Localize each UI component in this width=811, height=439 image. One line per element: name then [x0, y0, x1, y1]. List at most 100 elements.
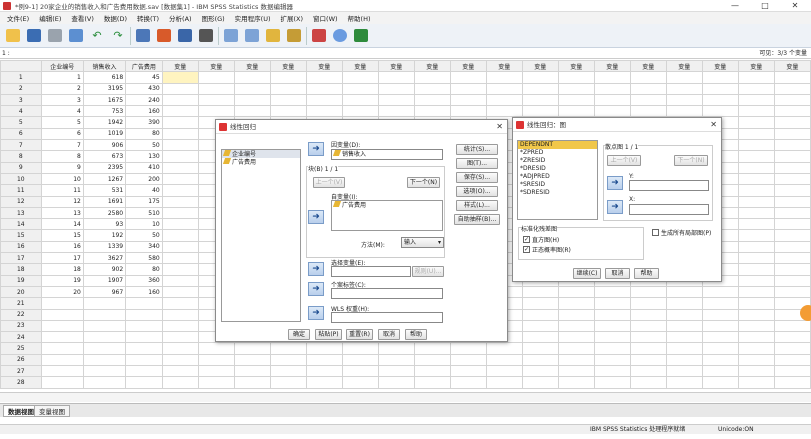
table-cell[interactable] [125, 308, 163, 321]
independent-list[interactable]: 广告费用 [331, 200, 443, 231]
list-item[interactable]: 广告费用 [222, 158, 300, 166]
empty-column-header[interactable]: 变量 [305, 60, 343, 73]
column-header[interactable]: 企业编号 [40, 60, 84, 73]
table-cell[interactable] [773, 331, 811, 344]
table-cell[interactable] [449, 105, 487, 118]
table-cell[interactable] [125, 365, 163, 378]
table-cell[interactable] [737, 376, 775, 389]
recall-dialog-icon[interactable] [67, 27, 85, 45]
move-selection-arrow-icon[interactable]: ➜ [308, 262, 324, 276]
close-button[interactable]: ✕ [780, 0, 810, 12]
list-item[interactable]: *SRESID [518, 181, 597, 189]
empty-column-header[interactable]: 变量 [377, 60, 415, 73]
table-cell[interactable] [629, 71, 667, 84]
table-cell[interactable] [629, 342, 667, 355]
table-cell[interactable] [377, 82, 415, 95]
table-cell[interactable]: 673 [82, 150, 127, 163]
table-cell[interactable] [233, 365, 271, 378]
table-cell[interactable] [701, 308, 739, 321]
table-cell[interactable] [593, 308, 631, 321]
table-cell[interactable] [82, 319, 127, 333]
goto-variable-icon[interactable] [155, 27, 173, 45]
row-number[interactable]: 25 [0, 342, 42, 355]
normal-probability-checkbox[interactable]: ✓ 正态概率图(R) [523, 245, 571, 254]
table-cell[interactable] [629, 353, 667, 367]
table-cell[interactable] [377, 353, 415, 367]
table-cell[interactable] [305, 376, 343, 389]
table-cell[interactable] [737, 319, 775, 333]
table-cell[interactable]: 17 [40, 252, 84, 265]
table-cell[interactable] [413, 353, 451, 367]
table-cell[interactable] [773, 105, 811, 118]
table-cell[interactable] [629, 331, 667, 344]
table-cell[interactable]: 130 [125, 150, 163, 163]
table-cell[interactable] [82, 365, 127, 378]
table-cell[interactable] [521, 376, 559, 389]
table-cell[interactable] [82, 342, 127, 355]
table-cell[interactable] [773, 365, 811, 378]
table-cell[interactable] [773, 195, 811, 208]
table-cell[interactable] [341, 342, 379, 355]
table-cell[interactable]: 3627 [82, 252, 127, 265]
table-cell[interactable] [737, 161, 775, 174]
tab-variable-view[interactable]: 变量视图 [34, 405, 70, 417]
row-number[interactable]: 7 [0, 139, 42, 152]
table-cell[interactable] [737, 195, 775, 208]
table-cell[interactable] [40, 376, 84, 389]
selection-variable-field[interactable] [331, 266, 411, 277]
table-cell[interactable] [701, 285, 739, 299]
table-cell[interactable] [449, 71, 487, 84]
table-cell[interactable] [593, 297, 631, 310]
table-cell[interactable]: 192 [82, 229, 127, 242]
table-cell[interactable] [161, 71, 199, 84]
table-cell[interactable]: 10 [125, 218, 163, 231]
row-number[interactable]: 2 [0, 82, 42, 95]
menu-extensions[interactable]: 扩展(X) [276, 13, 309, 23]
row-number[interactable]: 4 [0, 105, 42, 118]
table-cell[interactable] [233, 82, 271, 95]
table-cell[interactable] [377, 105, 415, 118]
row-number[interactable]: 17 [0, 252, 42, 265]
table-cell[interactable] [773, 161, 811, 174]
table-cell[interactable] [485, 93, 523, 107]
table-cell[interactable] [125, 319, 163, 333]
table-cell[interactable] [629, 105, 667, 118]
table-cell[interactable] [665, 82, 703, 95]
move-case-label-arrow-icon[interactable]: ➜ [308, 282, 324, 296]
table-cell[interactable] [701, 82, 739, 95]
table-cell[interactable] [557, 365, 595, 378]
plot-variable-list[interactable]: DEPENDNT *ZPRED *ZRESID *DRESID *ADJPRED… [517, 140, 598, 220]
table-cell[interactable] [665, 342, 703, 355]
row-number[interactable]: 21 [0, 297, 42, 310]
table-cell[interactable] [773, 229, 811, 242]
table-cell[interactable] [773, 82, 811, 95]
table-cell[interactable] [737, 240, 775, 254]
table-cell[interactable] [665, 376, 703, 389]
horizontal-scrollbar[interactable] [0, 392, 811, 402]
row-number[interactable]: 19 [0, 274, 42, 287]
table-cell[interactable]: 5 [40, 116, 84, 129]
table-cell[interactable] [521, 365, 559, 378]
column-header[interactable]: 销售收入 [82, 60, 127, 73]
table-cell[interactable] [629, 93, 667, 107]
table-cell[interactable] [665, 297, 703, 310]
corner-cell[interactable] [0, 60, 42, 73]
menu-analyze[interactable]: 分析(A) [164, 13, 197, 23]
next-block-button[interactable]: 下一个(N) [407, 177, 440, 188]
table-cell[interactable] [40, 353, 84, 367]
table-cell[interactable] [233, 376, 271, 389]
move-y-arrow-icon[interactable]: ➜ [607, 176, 623, 190]
table-cell[interactable] [737, 150, 775, 163]
all-partial-plots-checkbox[interactable]: 生成所有局部图(P) [652, 228, 711, 237]
table-cell[interactable] [737, 342, 775, 355]
row-number[interactable]: 13 [0, 206, 42, 220]
table-cell[interactable] [737, 229, 775, 242]
table-cell[interactable] [161, 319, 199, 333]
table-cell[interactable] [701, 331, 739, 344]
table-cell[interactable] [773, 319, 811, 333]
table-cell[interactable] [521, 319, 559, 333]
table-cell[interactable]: 3195 [82, 82, 127, 95]
menu-help[interactable]: 帮助(H) [343, 13, 376, 23]
table-cell[interactable] [125, 353, 163, 367]
cancel-button[interactable]: 取消 [378, 329, 400, 340]
